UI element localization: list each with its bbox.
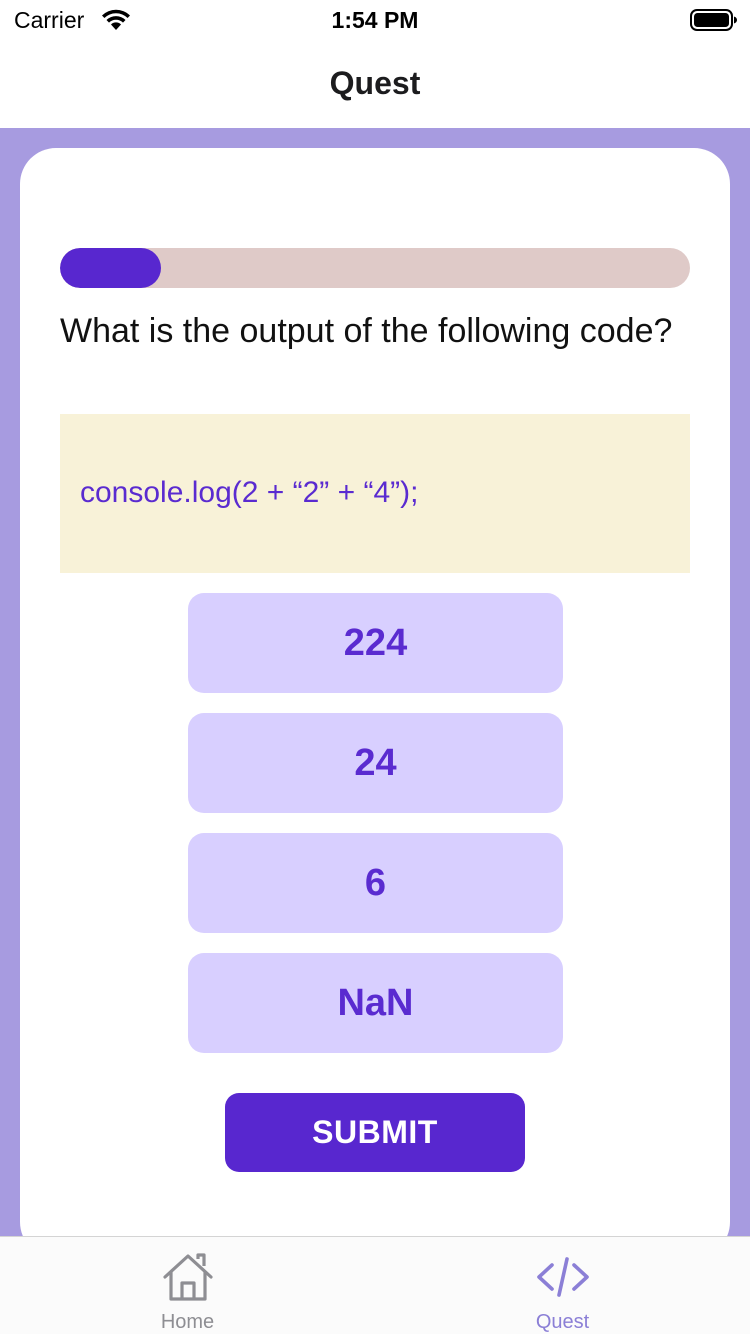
tab-home-label: Home (160, 1311, 215, 1333)
page-title: Quest (329, 65, 421, 101)
battery-icon (690, 9, 737, 31)
tab-bar: Home Quest (0, 1236, 750, 1334)
status-bar: Carrier 1:54 PM (0, 0, 750, 40)
answer-option-nan[interactable]: NaN (188, 953, 563, 1053)
quiz-progress-bar (60, 248, 690, 288)
tab-home[interactable]: Home (0, 1237, 375, 1334)
navigation-bar: Quest (0, 40, 750, 128)
house-icon (163, 1253, 213, 1301)
code-snippet: console.log(2 + “2” + “4”); (80, 476, 419, 509)
question-text: What is the output of the following code… (60, 312, 673, 350)
code-icon (537, 1257, 589, 1297)
quest-screen: Carrier 1:54 PM Quest What is the output… (0, 0, 750, 1334)
tab-quest[interactable]: Quest (375, 1237, 750, 1334)
quiz-progress-fill (60, 248, 161, 288)
answer-option-224[interactable]: 224 (188, 593, 563, 693)
submit-button[interactable]: SUBMIT (225, 1093, 525, 1172)
clock-time: 1:54 PM (331, 7, 419, 33)
answer-option-6[interactable]: 6 (188, 833, 563, 933)
tab-quest-label: Quest (535, 1311, 590, 1333)
answer-option-24[interactable]: 24 (188, 713, 563, 813)
code-snippet-box: console.log(2 + “2” + “4”); (60, 414, 690, 573)
